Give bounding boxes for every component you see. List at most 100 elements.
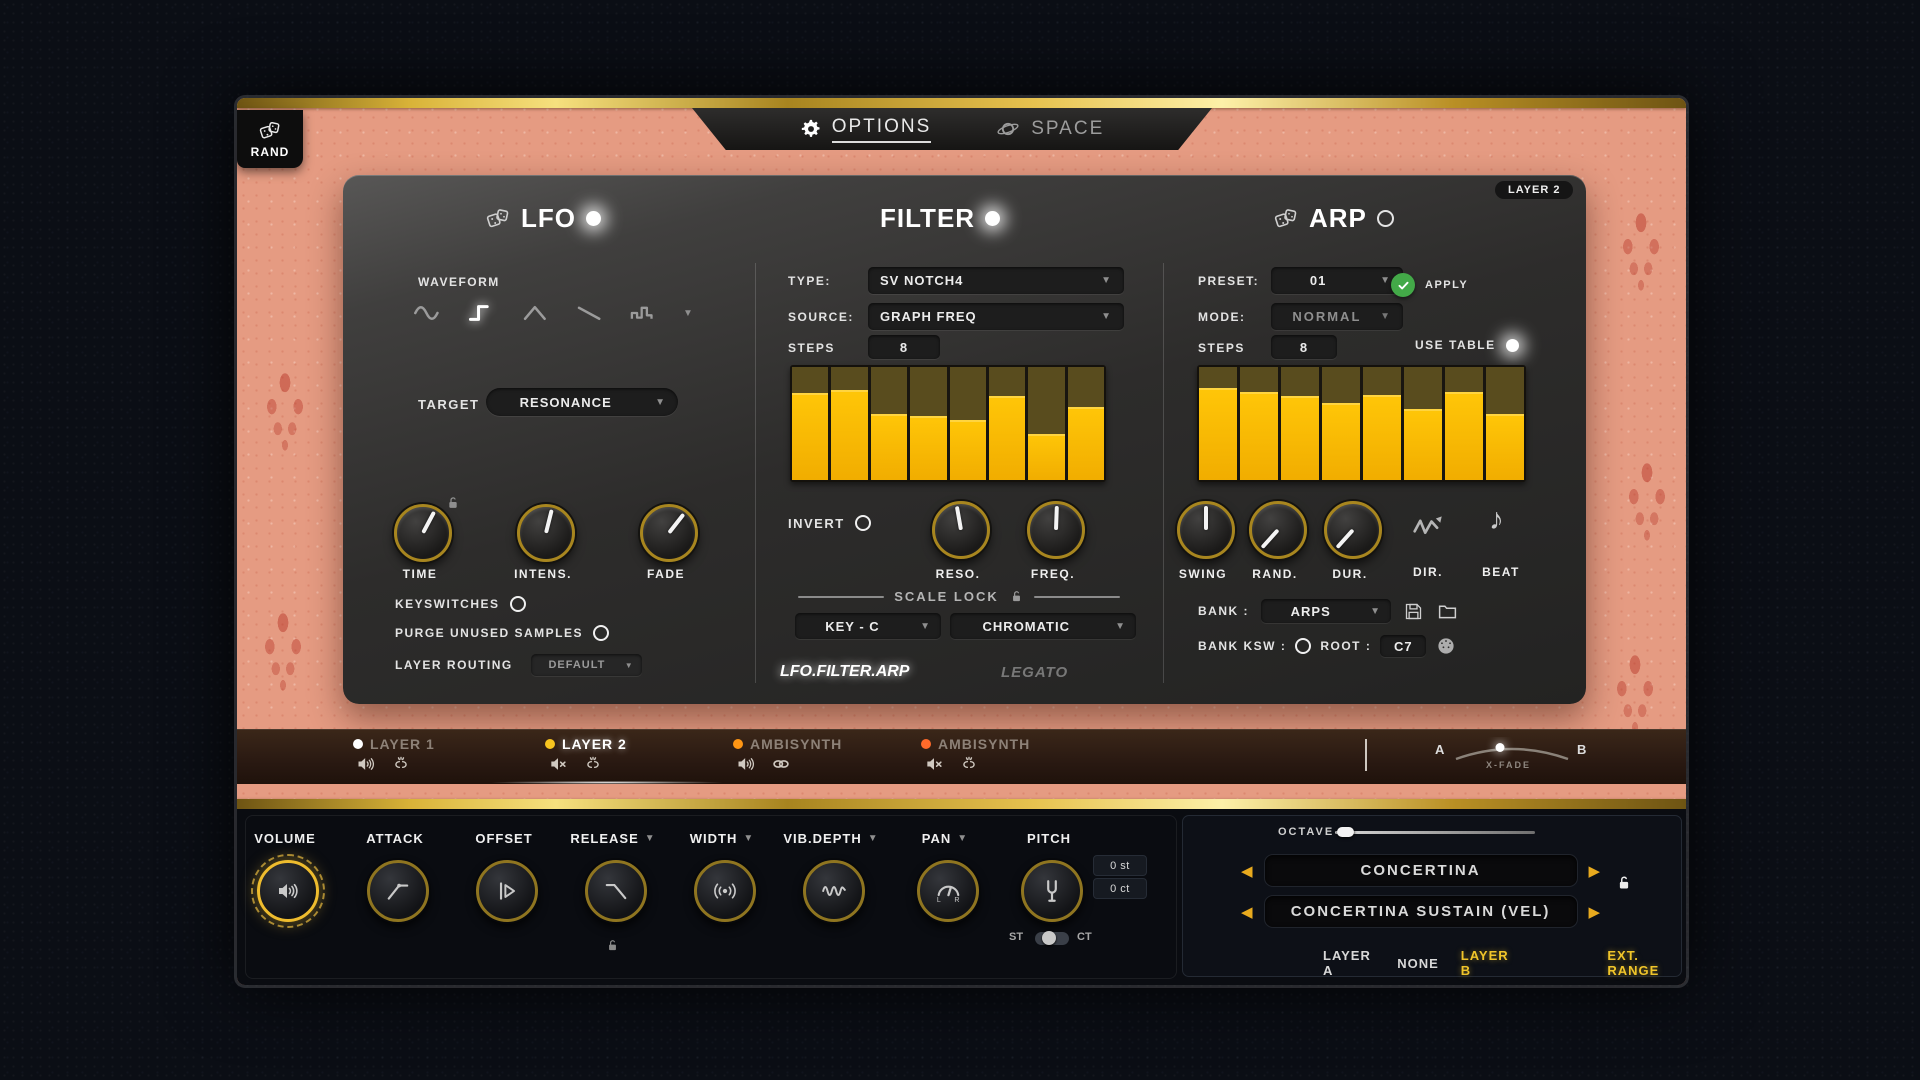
- arp-power-toggle[interactable]: [1377, 210, 1394, 227]
- target-dropdown[interactable]: RESONANCE ▼: [486, 388, 678, 416]
- arp-mode-dropdown[interactable]: NORMAL ▼: [1271, 303, 1403, 330]
- beat-note-icon[interactable]: ♪: [1489, 503, 1504, 537]
- graph-step[interactable]: [1322, 367, 1360, 480]
- arp-step-graph[interactable]: [1197, 365, 1526, 482]
- lock-open-icon[interactable]: [1615, 874, 1633, 892]
- bank-dropdown[interactable]: ARPS ▼: [1261, 599, 1391, 623]
- lfo-fade-knob[interactable]: [640, 504, 698, 562]
- tab-options[interactable]: OPTIONS: [800, 116, 932, 143]
- graph-step[interactable]: [910, 367, 946, 480]
- lock-open-icon[interactable]: [605, 938, 620, 953]
- attack-knob[interactable]: [367, 860, 429, 922]
- use-table-toggle[interactable]: [1506, 339, 1519, 352]
- chain-broken-icon[interactable]: [957, 754, 981, 774]
- pitch-knob[interactable]: [1021, 860, 1083, 922]
- release-label[interactable]: RELEASE▼: [570, 831, 655, 846]
- offset-knob[interactable]: [476, 860, 538, 922]
- chain-broken-icon[interactable]: [389, 754, 413, 774]
- triangle-wave-icon[interactable]: [521, 303, 551, 323]
- bank-ksw-toggle[interactable]: [1295, 638, 1311, 654]
- arp-duration-knob[interactable]: [1324, 501, 1382, 559]
- direction-zigzag-icon[interactable]: [1411, 511, 1445, 539]
- save-floppy-icon[interactable]: [1403, 601, 1424, 622]
- lfo-intensity-knob[interactable]: [517, 504, 575, 562]
- graph-step[interactable]: [792, 367, 828, 480]
- filter-frequency-knob[interactable]: [1027, 501, 1085, 559]
- filter-power-toggle[interactable]: [985, 211, 1000, 226]
- layer-item-3[interactable]: AMBISYNTH: [733, 736, 842, 774]
- volume-knob[interactable]: [257, 860, 319, 922]
- key-dropdown[interactable]: KEY - C ▼: [795, 613, 941, 639]
- octave-slider-track[interactable]: [1335, 831, 1535, 834]
- pitch-cents-box[interactable]: 0 ct: [1093, 878, 1147, 899]
- page-tab-lfo-filter-arp[interactable]: LFO.FILTER.ARP: [780, 663, 909, 681]
- filter-steps-value-box[interactable]: 8: [868, 335, 940, 359]
- octave-slider-handle[interactable]: [1337, 827, 1354, 837]
- lock-open-icon[interactable]: [1009, 589, 1024, 604]
- load-folder-icon[interactable]: [1436, 601, 1459, 622]
- range-none[interactable]: NONE: [1397, 956, 1439, 971]
- graph-step[interactable]: [1486, 367, 1524, 480]
- range-ext-range[interactable]: EXT. RANGE: [1607, 948, 1681, 978]
- randomize-button[interactable]: RAND: [237, 110, 303, 168]
- filter-step-graph[interactable]: [790, 365, 1106, 482]
- layer-item-2[interactable]: LAYER 2: [545, 736, 627, 774]
- next-articulation-arrow[interactable]: ▶: [1589, 903, 1601, 921]
- st-ct-toggle[interactable]: [1035, 932, 1069, 945]
- next-instrument-arrow[interactable]: ▶: [1589, 862, 1601, 880]
- sine-wave-icon[interactable]: [413, 303, 443, 323]
- graph-step[interactable]: [950, 367, 986, 480]
- dice-icon[interactable]: [1273, 207, 1299, 231]
- apply-button[interactable]: [1391, 273, 1415, 297]
- root-value-box[interactable]: C7: [1380, 635, 1426, 657]
- lfo-time-knob[interactable]: [394, 504, 452, 562]
- layer-badge[interactable]: LAYER 2: [1495, 181, 1573, 199]
- vib-depth-label[interactable]: VIB.DEPTH▼: [783, 831, 878, 846]
- graph-step[interactable]: [1363, 367, 1401, 480]
- arp-preset-dropdown[interactable]: 01 ▼: [1271, 267, 1403, 294]
- graph-step[interactable]: [1199, 367, 1237, 480]
- width-label[interactable]: WIDTH▼: [690, 831, 755, 846]
- layer-item-1[interactable]: LAYER 1: [353, 736, 435, 774]
- graph-step[interactable]: [871, 367, 907, 480]
- range-layer-a[interactable]: LAYER A: [1323, 948, 1375, 978]
- square-wave-icon[interactable]: [467, 303, 497, 323]
- speaker-on-icon[interactable]: [735, 754, 757, 774]
- scale-dropdown[interactable]: CHROMATIC ▼: [950, 613, 1136, 639]
- filter-source-dropdown[interactable]: GRAPH FREQ ▼: [868, 303, 1124, 330]
- graph-step[interactable]: [1068, 367, 1104, 480]
- graph-step[interactable]: [831, 367, 867, 480]
- ramp-wave-icon[interactable]: [575, 303, 605, 323]
- graph-step[interactable]: [1028, 367, 1064, 480]
- prev-instrument-arrow[interactable]: ◀: [1241, 862, 1253, 880]
- random-wave-icon[interactable]: [629, 303, 659, 323]
- purge-toggle[interactable]: [593, 625, 609, 641]
- width-knob[interactable]: [694, 860, 756, 922]
- graph-step[interactable]: [1281, 367, 1319, 480]
- layer-item-4[interactable]: AMBISYNTH: [921, 736, 1030, 774]
- pan-label[interactable]: PAN▼: [922, 831, 968, 846]
- page-tab-legato[interactable]: LEGATO: [1001, 664, 1068, 681]
- lfo-power-toggle[interactable]: [586, 211, 601, 226]
- midi-pad-icon[interactable]: [1435, 635, 1457, 657]
- pan-knob[interactable]: [917, 860, 979, 922]
- articulation-value-box[interactable]: CONCERTINA SUSTAIN (VEL): [1264, 895, 1578, 928]
- keyswitches-toggle[interactable]: [510, 596, 526, 612]
- vib-depth-knob[interactable]: [803, 860, 865, 922]
- graph-step[interactable]: [1445, 367, 1483, 480]
- lock-open-icon[interactable]: [445, 495, 461, 511]
- speaker-on-icon[interactable]: [355, 754, 377, 774]
- arp-random-knob[interactable]: [1249, 501, 1307, 559]
- chain-linked-icon[interactable]: [769, 754, 793, 774]
- prev-articulation-arrow[interactable]: ◀: [1241, 903, 1253, 921]
- graph-step[interactable]: [1240, 367, 1278, 480]
- arp-steps-value-box[interactable]: 8: [1271, 335, 1337, 359]
- pitch-semitones-box[interactable]: 0 st: [1093, 855, 1147, 876]
- dice-icon[interactable]: [485, 207, 511, 231]
- filter-resonance-knob[interactable]: [932, 501, 990, 559]
- release-knob[interactable]: [585, 860, 647, 922]
- layer-routing-dropdown[interactable]: DEFAULT ▼: [531, 654, 642, 676]
- graph-step[interactable]: [989, 367, 1025, 480]
- tab-space[interactable]: SPACE: [995, 117, 1104, 141]
- invert-toggle[interactable]: [855, 515, 871, 531]
